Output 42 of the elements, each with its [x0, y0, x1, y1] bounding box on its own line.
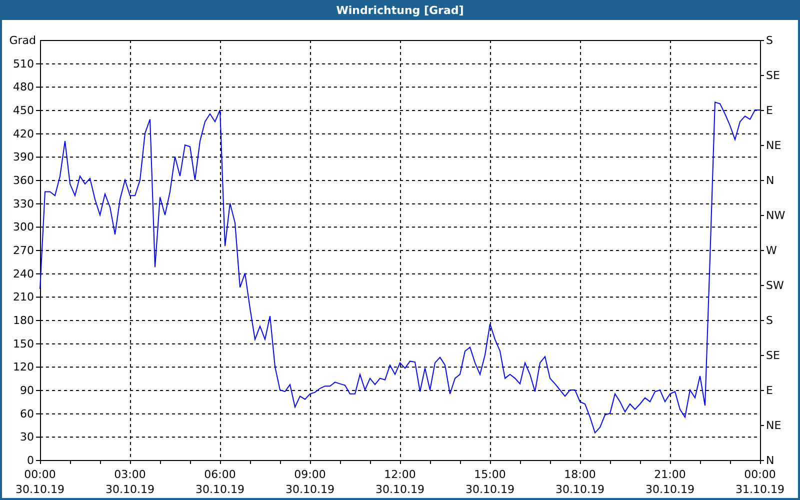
axis-label: 270: [13, 244, 34, 257]
axis-label: 30: [20, 430, 34, 444]
axis-label: NE: [766, 139, 782, 152]
axis-label: SE: [766, 349, 780, 362]
axis-label: E: [766, 104, 773, 117]
axis-label: 0: [27, 454, 34, 467]
axis-label: 300: [13, 220, 34, 234]
axis-label: E: [766, 384, 773, 397]
axis-label: 210: [13, 290, 34, 304]
axis-title: Grad: [9, 34, 36, 47]
axis-label: NW: [766, 209, 786, 222]
axis-label: 09:00 30.10.19: [286, 468, 334, 496]
axis-label: 480: [13, 80, 34, 94]
axis-label: 360: [13, 174, 34, 187]
axis-label: 12:00 30.10.19: [376, 468, 424, 496]
axis-label: SE: [766, 69, 780, 82]
axis-label: 90: [20, 384, 34, 397]
axis-label: 21:00 30.10.19: [646, 468, 694, 496]
axis-label: 150: [13, 337, 34, 350]
axis-label: 00:00 30.10.19: [16, 468, 64, 496]
axis-label: S: [766, 314, 773, 327]
axis-label: 120: [13, 360, 34, 374]
axis-label: 450: [13, 104, 34, 117]
axis-label: SW: [766, 279, 784, 292]
axis-label: N: [766, 454, 774, 467]
axis-label: 390: [13, 150, 34, 164]
window-title: Windrichtung [Grad]: [0, 0, 800, 20]
axis-label: 180: [13, 314, 34, 327]
axis-label: 03:00 30.10.19: [106, 468, 154, 496]
axis-label: 510: [13, 57, 34, 70]
axis-label: W: [766, 244, 777, 257]
axis-label: 330: [13, 197, 34, 210]
axis-label: N: [766, 174, 774, 187]
axis-label: NE: [766, 419, 782, 432]
axis-label: 00:00 31.10.19: [736, 468, 784, 496]
axis-label: 18:00 30.10.19: [556, 468, 604, 496]
axis-label: 15:00 30.10.19: [466, 468, 514, 496]
axis-label: S: [766, 34, 773, 47]
axis-label: 06:00 30.10.19: [196, 468, 244, 496]
axis-label: 420: [13, 127, 34, 140]
axis-label: 240: [13, 267, 34, 280]
axis-label: 60: [20, 407, 34, 420]
